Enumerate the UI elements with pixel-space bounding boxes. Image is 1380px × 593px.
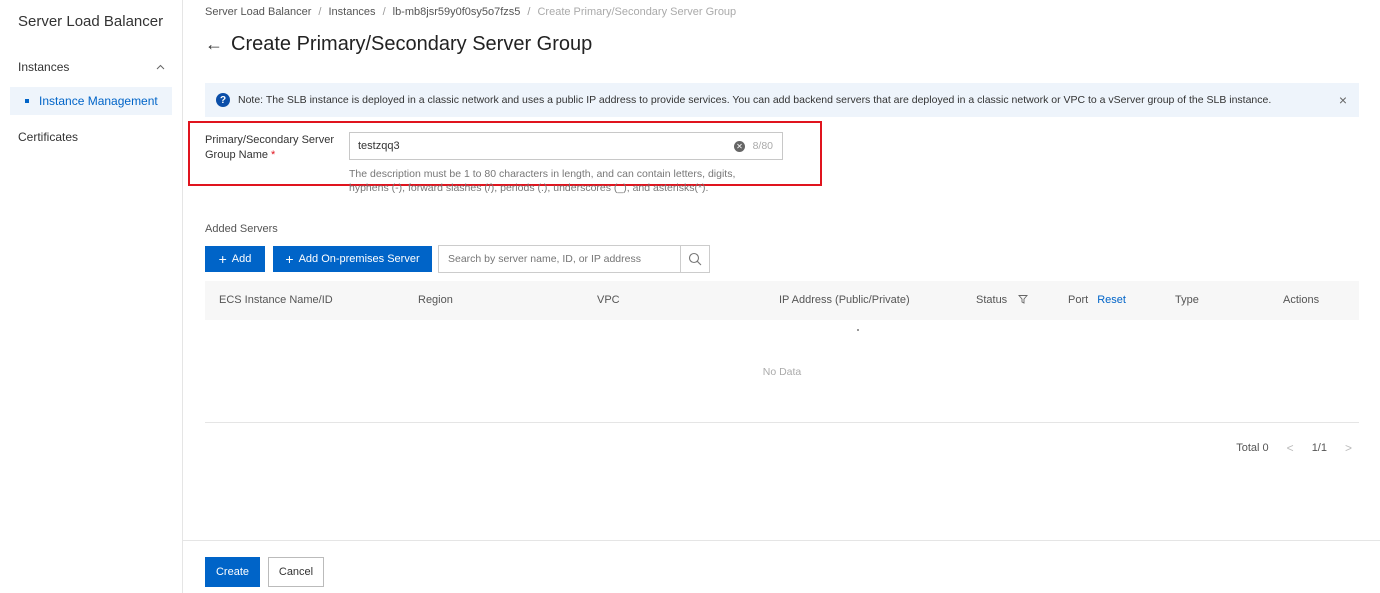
close-icon[interactable]: ×	[1339, 92, 1347, 108]
breadcrumb-instances[interactable]: Instances	[328, 6, 375, 18]
col-ip: IP Address (Public/Private)	[779, 294, 910, 306]
filter-icon[interactable]	[1018, 294, 1029, 307]
cancel-button[interactable]: Cancel	[268, 557, 324, 587]
col-region: Region	[418, 294, 453, 306]
sidebar-group-label: Instances	[18, 60, 70, 74]
table-body: No Data	[205, 320, 1359, 423]
footer-divider	[183, 540, 1380, 541]
notice-banner: ? Note: The SLB instance is deployed in …	[205, 83, 1359, 117]
group-name-input[interactable]: testzqq3 ✕ 8/80	[349, 132, 783, 160]
col-ecs: ECS Instance Name/ID	[219, 294, 333, 306]
sidebar: Server Load Balancer Instances Instance …	[0, 0, 183, 593]
question-icon: ?	[216, 93, 230, 107]
breadcrumb-separator: /	[318, 6, 322, 18]
page-title-text: Create Primary/Secondary Server Group	[231, 33, 593, 55]
next-page-icon[interactable]: >	[1345, 441, 1352, 455]
search-icon[interactable]	[680, 246, 709, 272]
group-name-label: Primary/Secondary Server Group Name *	[205, 134, 334, 161]
col-actions: Actions	[1283, 294, 1320, 306]
sidebar-item-instance-management[interactable]: Instance Management	[10, 87, 172, 115]
clear-icon[interactable]: ✕	[734, 141, 745, 152]
breadcrumb-slb[interactable]: Server Load Balancer	[205, 6, 311, 18]
group-name-help: The description must be 1 to 80 characte…	[349, 168, 736, 194]
add-button[interactable]: + Add	[205, 246, 265, 272]
chevron-up-icon	[152, 61, 168, 73]
create-button[interactable]: Create	[205, 557, 260, 587]
col-type: Type	[1175, 294, 1199, 306]
pagination-total: Total 0	[1236, 442, 1269, 454]
sidebar-item-certificates[interactable]: Certificates	[18, 130, 78, 144]
breadcrumb-instance-id[interactable]: lb-mb8jsr59y0f0sy5o7fzs5	[393, 6, 521, 18]
required-mark: *	[270, 149, 276, 161]
col-port: Port Reset	[1068, 294, 1126, 306]
group-name-value: testzqq3	[358, 140, 400, 152]
breadcrumb-separator: /	[382, 6, 386, 18]
add-onprem-label: Add On-premises Server	[298, 253, 420, 265]
char-count: 8/80	[752, 140, 773, 152]
pagination: Total 0 < 1/1 >	[1236, 441, 1352, 455]
added-servers-title: Added Servers	[205, 223, 278, 235]
sidebar-title: Server Load Balancer	[18, 13, 164, 30]
server-search-input[interactable]	[439, 246, 680, 272]
back-arrow-icon[interactable]: ←	[205, 34, 223, 55]
breadcrumb: Server Load Balancer / Instances / lb-mb…	[205, 6, 736, 18]
bullet-icon	[25, 99, 29, 103]
notice-text: Note: The SLB instance is deployed in a …	[238, 94, 1272, 106]
loading-dot-icon	[857, 329, 859, 331]
breadcrumb-current: Create Primary/Secondary Server Group	[537, 6, 737, 18]
pagination-page: 1/1	[1311, 442, 1327, 454]
empty-text: No Data	[762, 366, 802, 378]
server-search	[438, 245, 710, 273]
sidebar-group-instances[interactable]: Instances	[18, 59, 168, 75]
col-vpc: VPC	[597, 294, 620, 306]
breadcrumb-separator: /	[527, 6, 531, 18]
reset-port-link[interactable]: Reset	[1097, 294, 1126, 306]
sidebar-item-label: Instance Management	[39, 94, 158, 108]
plus-icon: +	[218, 251, 227, 267]
add-onprem-server-button[interactable]: + Add On-premises Server	[273, 246, 432, 272]
page-title: ← Create Primary/Secondary Server Group	[205, 33, 592, 56]
add-button-label: Add	[231, 253, 252, 265]
table-header: ECS Instance Name/ID Region VPC IP Addre…	[205, 281, 1359, 320]
plus-icon: +	[285, 251, 294, 267]
col-status: Status	[976, 294, 1029, 307]
prev-page-icon[interactable]: <	[1287, 441, 1294, 455]
